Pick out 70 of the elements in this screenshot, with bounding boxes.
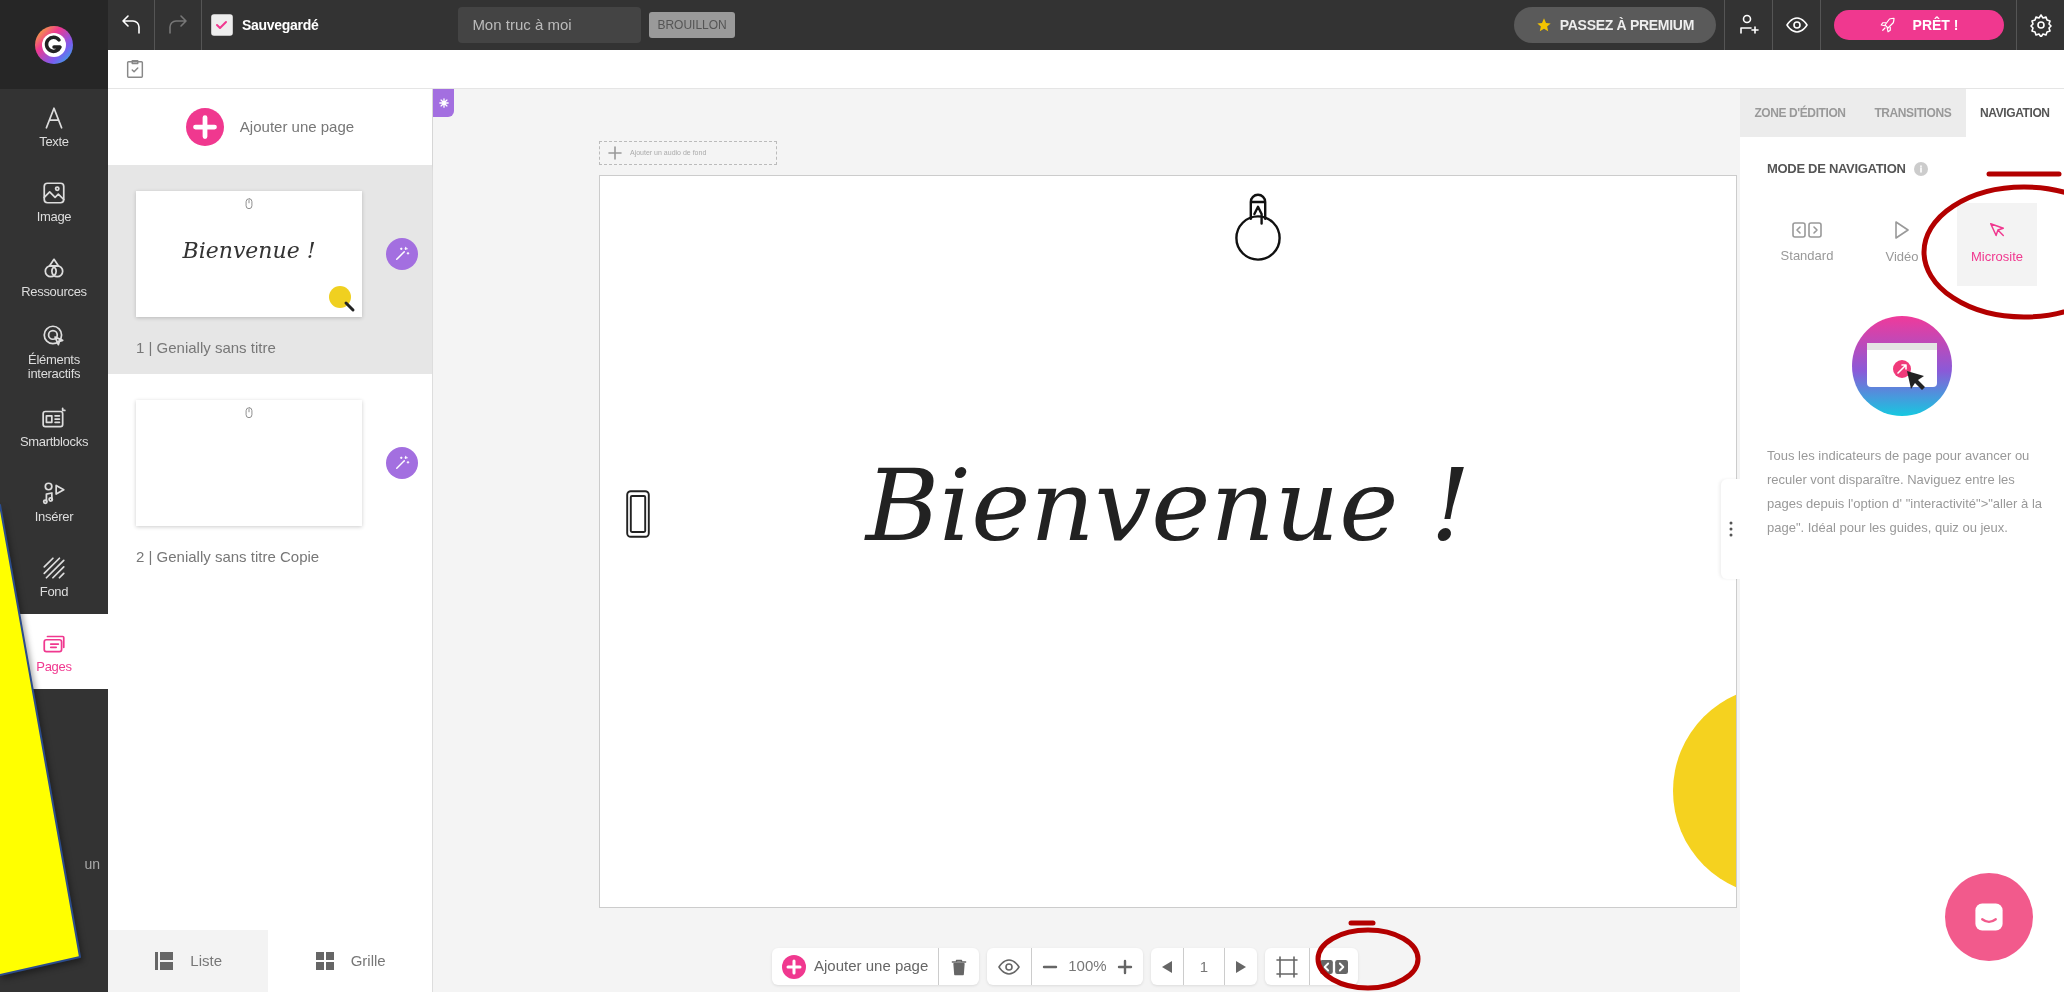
chat-icon	[1972, 900, 2006, 934]
info-icon	[1913, 161, 1928, 176]
pin-tab[interactable]	[433, 89, 454, 117]
thumbnail-title: Bienvenue !	[182, 236, 316, 265]
redo-icon	[166, 13, 190, 37]
left-triangle-icon	[1160, 959, 1173, 974]
ready-button[interactable]: PRÊT !	[1833, 10, 2004, 40]
sidebar-item[interactable]: Fond	[0, 539, 108, 614]
grid-icon	[314, 951, 335, 971]
sidebar-item[interactable]: Ressources	[0, 239, 108, 314]
check-icon	[210, 13, 234, 37]
arrow-keys-icon	[1792, 222, 1822, 239]
sidebar-item[interactable]: Éléments interactifs	[0, 314, 108, 389]
magic-wand-button[interactable]	[386, 446, 418, 479]
play-icon	[1894, 221, 1910, 240]
blocks-icon	[41, 404, 67, 431]
dots-icon	[1728, 521, 1733, 537]
navigation-mode[interactable]: Vidéo	[1862, 202, 1942, 286]
clipboard-check-icon	[124, 58, 146, 80]
view-tab[interactable]: Liste	[108, 930, 269, 992]
checklist-button[interactable]	[124, 58, 146, 80]
image-icon	[41, 179, 67, 206]
plus-icon	[608, 146, 622, 160]
sidebar-item-label: un	[83, 855, 101, 874]
page-title: 2 | Genially sans titre Copie	[136, 546, 321, 567]
magic-wand-icon	[393, 245, 411, 263]
settings-icon	[2028, 13, 2053, 37]
mouse-icon	[242, 405, 256, 420]
save-status: Sauvegardé	[242, 15, 319, 35]
description: Tous les indicateurs de page pour avancer ou reculer vont disparaître. Naviguez entre les pages depuis l'option d' "interactivité">"aller à la page". Idéal pour les guides, quiz ou jeux.	[1767, 446, 2042, 537]
navigation-mode[interactable]: Microsite	[1957, 202, 2037, 286]
phone-icon	[626, 489, 650, 539]
magic-wand-button[interactable]	[386, 238, 418, 270]
undo-icon	[119, 13, 143, 37]
list-icon	[154, 951, 175, 971]
premium-button[interactable]: PASSEZ À PREMIUM	[1513, 7, 1716, 43]
sidebar-item[interactable]: Insérer	[0, 464, 108, 539]
title-field[interactable]: Mon truc à moi	[458, 7, 642, 43]
navigation-mode[interactable]: Standard	[1767, 202, 1847, 286]
plus-icon	[1116, 958, 1133, 975]
media-icon	[41, 479, 67, 506]
arrow-keys-icon	[1320, 959, 1348, 974]
section-title: MODE DE NAVIGATION	[1767, 160, 1906, 178]
mouse-icon	[242, 197, 256, 211]
page-item[interactable]: 2 | Genially sans titre Copie	[108, 373, 432, 582]
sidebar-item[interactable]: Texte	[0, 89, 108, 164]
page-title: 1 | Genially sans titre	[136, 338, 277, 358]
pin-icon	[438, 98, 449, 108]
page-thumbnail[interactable]	[136, 399, 362, 526]
panel-handle[interactable]	[1721, 479, 1740, 579]
star-icon	[1535, 17, 1552, 33]
rocket-icon	[1878, 16, 1897, 34]
sidebar-item[interactable]: Image	[0, 164, 108, 239]
sidebar-item[interactable]: Smartblocks	[0, 389, 108, 464]
logo-icon	[34, 24, 74, 65]
slide-title: Bienvenue !	[863, 446, 1472, 566]
right-triangle-icon	[1235, 959, 1247, 974]
minus-icon	[1042, 964, 1059, 969]
add-page-button[interactable]: Ajouter une page	[772, 948, 939, 985]
status-badge: BROUILLON	[649, 12, 735, 38]
crop-icon	[1275, 954, 1299, 979]
page-number: 1	[1182, 948, 1225, 985]
zoom-level: 100%	[1068, 956, 1107, 977]
magic-wand-icon	[393, 453, 411, 472]
page-item[interactable]: Bienvenue ! 1 | Genially sans titre	[108, 165, 432, 374]
stripes-icon	[41, 554, 67, 581]
plus-icon	[185, 108, 224, 146]
add-page-button[interactable]: Ajouter une page	[108, 89, 432, 165]
plus-icon	[782, 954, 806, 979]
page-thumbnail[interactable]: Bienvenue !	[136, 191, 362, 317]
